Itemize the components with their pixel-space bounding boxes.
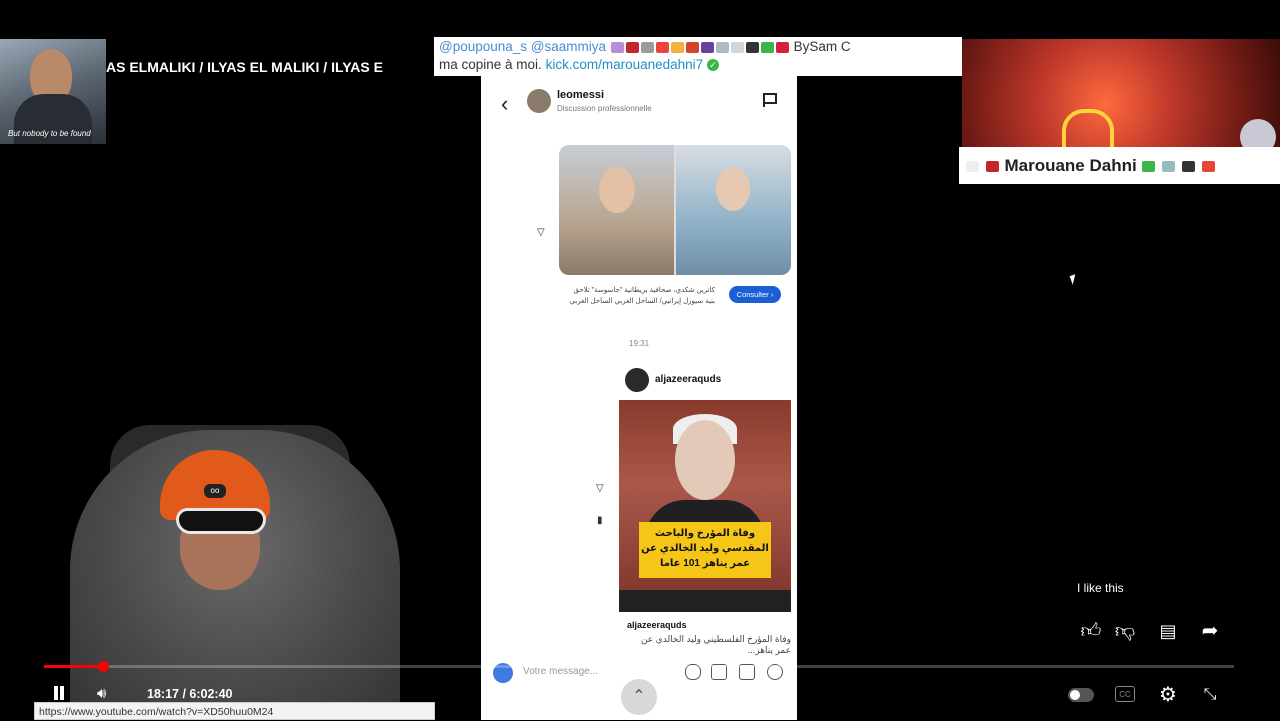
ticker-line-2: ma copine à moi. kick.com/marouanedahni7… [439,56,957,74]
verified-check-icon: ✓ [706,59,719,72]
checkered-flag-icon [1181,161,1195,173]
card-avatar [625,368,649,392]
emoji-icon [730,41,744,53]
ticker-line-1: @poupouna_s @saammiya BySam C [439,38,957,56]
heart-icon [1062,109,1114,147]
emoji-icon [610,41,624,53]
promo-avatar [1240,119,1276,147]
progress-played [44,665,104,668]
back-arrow-icon[interactable]: ‹ [501,91,508,117]
thumbs-down-icon[interactable]: 👎︎ [1113,619,1137,643]
dm-header: ‹ leomessi Discussion professionnelle [481,75,797,127]
emoji-icon [760,41,774,53]
ticker-text: ma copine à moi. [439,57,542,72]
progress-scrubber[interactable] [98,661,109,672]
heart-outline-icon[interactable]: ▽ [596,483,604,494]
emoji-icon [685,41,699,53]
emoji-icon [775,41,789,53]
progress-bar[interactable] [44,661,1234,672]
promo-image [962,39,1280,147]
scroll-up-button[interactable]: ⌃ [621,679,657,715]
settings-gear-icon[interactable]: ⚙ [1156,683,1180,707]
emoji-icon [670,41,684,53]
streamer-sunglasses [176,508,266,534]
share-icon[interactable]: ➦ [1198,619,1222,643]
pause-icon[interactable] [52,686,66,700]
ring-icon [1162,161,1176,173]
volume-icon[interactable]: 🔊︎ [97,685,106,702]
flag-icon[interactable] [763,93,777,107]
emoji-icon [966,161,979,173]
autoplay-toggle[interactable] [1068,688,1094,702]
ticker-suffix: BySam C [793,39,851,54]
bookmark-icon[interactable]: ▮ [597,515,603,526]
emoji-icon [655,41,669,53]
promo-name: Marouane Dahni [1004,156,1137,175]
captions-button[interactable]: CC [1115,686,1135,702]
message-timestamp: 19:31 [629,339,650,348]
consult-button[interactable]: Consulter › [729,286,781,303]
card-footer-bar [619,590,791,612]
scrolling-name-banner: AS ELMALIKI / ILYAS EL MALIKI / ILYAS E [106,59,383,75]
card-face [675,420,735,500]
card-username: aljazeeraquds [655,374,722,385]
promo-name-bar: Marouane Dahni [959,147,1280,184]
shared-post-card[interactable]: aljazeeraquds وفاة المؤرخ والباحث المقدس… [619,362,791,655]
phone-screen-recording: ‹ leomessi Discussion professionnelle ▽ … [481,75,797,720]
time-display: 18:17 / 6:02:40 [147,687,233,701]
emoji-icon [700,41,714,53]
comment-icon[interactable]: ▤ [1156,619,1180,643]
chat-ticker: @poupouna_s @saammiya BySam C ma copine … [434,37,962,76]
post-caption: كاترين شكدي، صحافية بريطانية "جاسوسة" تل… [569,287,715,305]
flag-icon [1142,161,1156,173]
thumbs-up-icon[interactable]: 👍︎ [1079,619,1103,643]
card-caption-text: وفاة المؤرخ الفلسطيني وليد الخالدي عن عم… [640,634,791,655]
status-url: https://www.youtube.com/watch?v=XD50huu0… [34,702,435,720]
exit-fullscreen-icon[interactable]: ⤡ [1198,683,1222,707]
dm-subtitle: Discussion professionnelle [557,104,652,113]
shared-post-image[interactable] [559,145,791,275]
emoji-icon [1201,161,1215,173]
emoji-icon [745,41,759,53]
mouse-cursor-icon [1069,274,1079,285]
post-face [716,167,750,211]
card-caption-user: aljazeeraquds [627,620,687,630]
hat-logo-icon: oo [204,484,226,498]
ticker-link[interactable]: kick.com/marouanedahni7 [546,57,704,72]
emoji-icon [640,41,654,53]
card-image: وفاة المؤرخ والباحث المقدسي وليد الخالدي… [619,400,791,612]
streamer-avatar-thumbnail: But nobody to be found [0,39,106,144]
emoji-icon [625,41,639,53]
dm-username: leomessi [557,89,605,101]
like-tooltip: I like this [1077,581,1124,595]
flag-icon [985,161,999,173]
avatar-caption: But nobody to be found [8,129,91,138]
post-face [599,167,635,213]
emoji-row [610,39,790,54]
heart-outline-icon[interactable]: ▽ [537,227,545,238]
profile-avatar [527,89,551,113]
card-headline: وفاة المؤرخ والباحث المقدسي وليد الخالدي… [639,522,771,578]
ticker-mention: @saammiya [530,39,607,54]
ticker-mention: @poupouna_s [439,39,528,54]
emoji-icon [715,41,729,53]
